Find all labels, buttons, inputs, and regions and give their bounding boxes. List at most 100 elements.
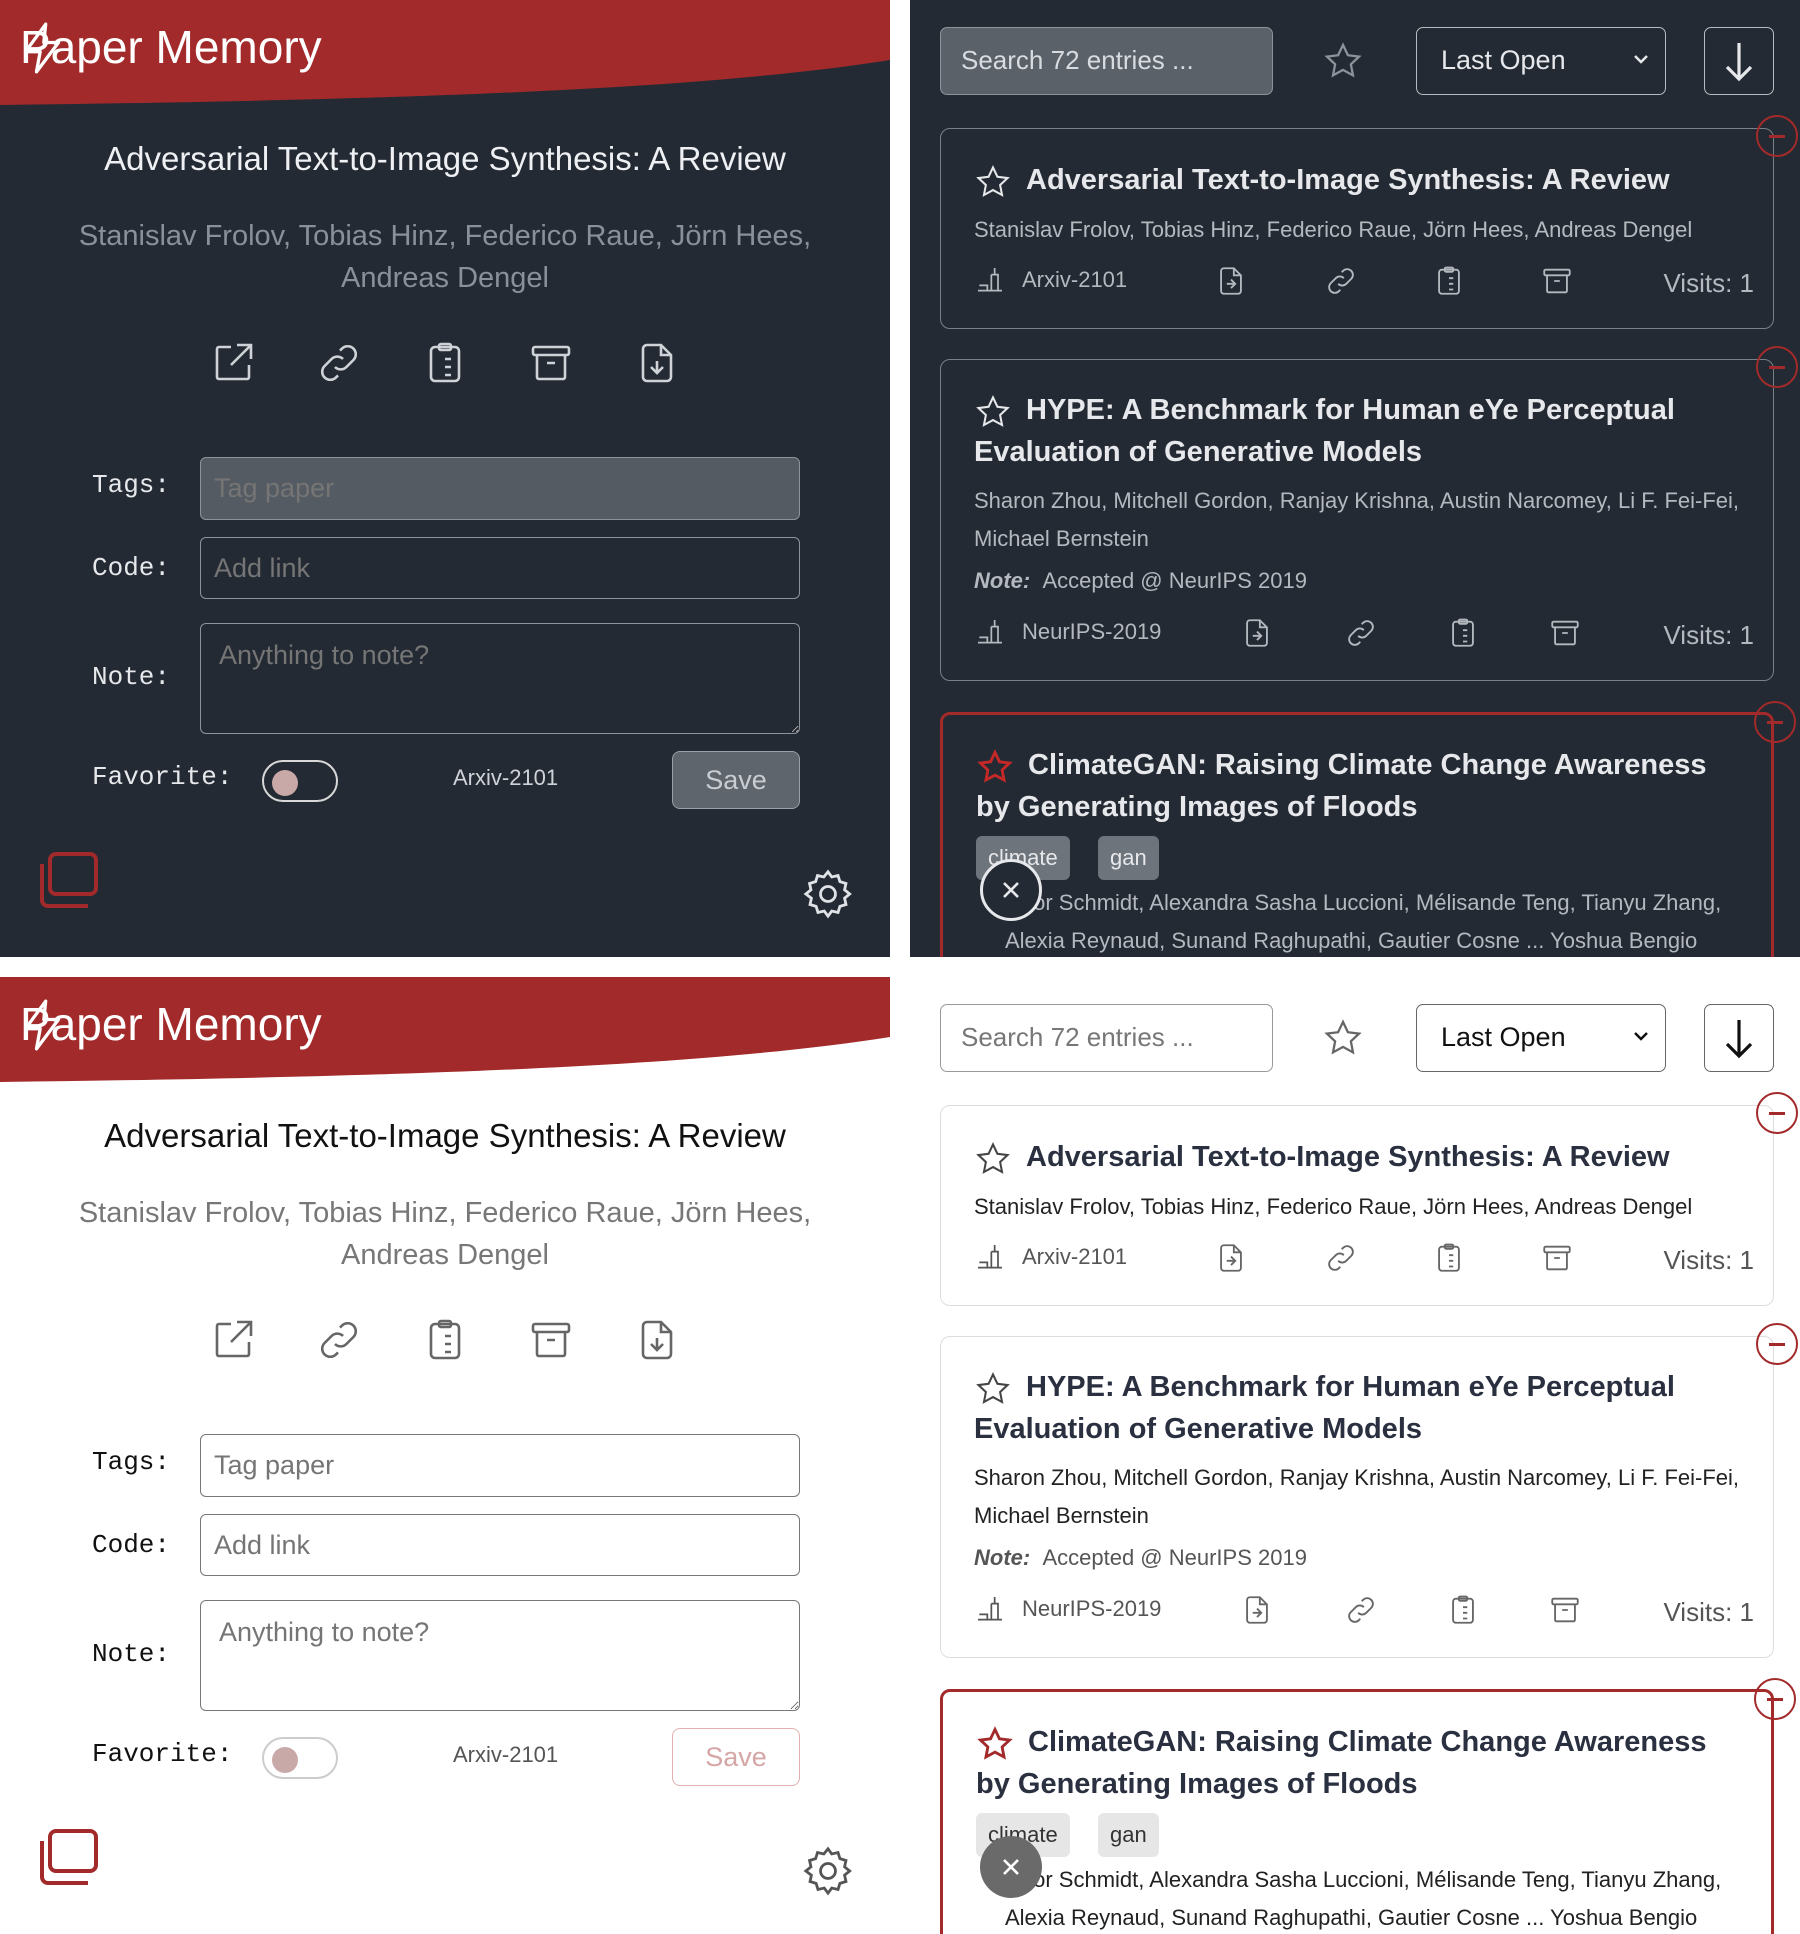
clipboard-icon[interactable] — [417, 335, 473, 391]
item-visits: Visits: 1 — [1663, 268, 1754, 298]
delete-item-icon[interactable] — [1756, 115, 1798, 157]
lightning-icon — [23, 999, 61, 1051]
memory-folder-icon[interactable] — [34, 1825, 102, 1894]
venue-label: Arxiv-2101 — [453, 765, 559, 790]
favorite-star-icon[interactable] — [974, 163, 1012, 206]
clipboard-icon[interactable] — [1446, 616, 1480, 655]
favorite-toggle[interactable] — [262, 1737, 338, 1779]
settings-gear-icon[interactable] — [800, 1843, 856, 1904]
item-title[interactable]: Adversarial Text-to-Image Synthesis: A R… — [1026, 159, 1796, 201]
code-input[interactable] — [200, 1514, 800, 1576]
item-title[interactable]: HYPE: A Benchmark for Human eYe Perceptu… — [974, 389, 1744, 473]
settings-gear-icon[interactable] — [800, 866, 856, 927]
sort-selected-value: Last Open — [1441, 1022, 1566, 1052]
venue-label: Arxiv-2101 — [453, 1742, 559, 1767]
archive-icon[interactable] — [523, 335, 579, 391]
sort-direction-button[interactable] — [1704, 27, 1774, 95]
open-pdf-icon[interactable] — [1214, 264, 1248, 303]
save-button[interactable]: Save — [672, 1728, 800, 1786]
item-authors: Sharon Zhou, Mitchell Gordon, Ranjay Kri… — [974, 488, 1740, 551]
tags-input[interactable] — [200, 1434, 800, 1497]
memory-item-selected[interactable]: ClimateGAN: Raising Climate Change Aware… — [940, 701, 1796, 957]
memory-item[interactable]: Adversarial Text-to-Image Synthesis: A R… — [940, 1092, 1798, 1306]
delete-item-icon[interactable] — [1756, 1092, 1798, 1134]
memory-item[interactable]: HYPE: A Benchmark for Human eYe Perceptu… — [940, 346, 1798, 681]
link-icon[interactable] — [1324, 1241, 1358, 1280]
delete-item-icon[interactable] — [1754, 1678, 1796, 1720]
item-title[interactable]: ClimateGAN: Raising Climate Change Aware… — [976, 744, 1746, 828]
clipboard-icon[interactable] — [417, 1312, 473, 1368]
item-tag[interactable]: gan — [1098, 1813, 1159, 1857]
save-button[interactable]: Save — [672, 751, 800, 809]
code-row: Code: — [92, 553, 200, 583]
open-pdf-icon[interactable] — [1240, 616, 1274, 655]
sort-select[interactable]: Last Open — [1416, 27, 1666, 95]
favorite-label: Favorite: — [92, 1739, 233, 1769]
item-title[interactable]: ClimateGAN: Raising Climate Change Aware… — [976, 1721, 1746, 1805]
memory-item[interactable]: Adversarial Text-to-Image Synthesis: A R… — [940, 115, 1798, 329]
clipboard-icon[interactable] — [1432, 1241, 1466, 1280]
clipboard-icon[interactable] — [1432, 264, 1466, 303]
note-textarea[interactable] — [200, 623, 800, 734]
sort-select[interactable]: Last Open — [1416, 1004, 1666, 1072]
note-text: Accepted @ NeurIPS 2019 — [1042, 1545, 1307, 1570]
open-pdf-icon[interactable] — [1214, 1241, 1248, 1280]
item-note: Note: Accepted @ NeurIPS 2019 — [974, 568, 1307, 594]
memory-item[interactable]: HYPE: A Benchmark for Human eYe Perceptu… — [940, 1323, 1798, 1658]
item-footer: Arxiv-2101 Visits: 1 — [974, 264, 1754, 304]
lightning-icon — [23, 22, 61, 74]
clipboard-icon[interactable] — [1446, 1593, 1480, 1632]
favorite-label: Favorite: — [92, 762, 233, 792]
search-input[interactable]: Search 72 entries ... — [940, 1004, 1273, 1072]
open-external-icon[interactable] — [205, 335, 261, 391]
link-icon[interactable] — [311, 335, 367, 391]
tags-input[interactable] — [200, 457, 800, 520]
search-input[interactable]: Search 72 entries ... — [940, 27, 1273, 95]
popup-header: Paper Memory — [0, 0, 890, 115]
filter-favorites-star-icon[interactable] — [1322, 40, 1364, 87]
favorite-star-icon[interactable] — [974, 1140, 1012, 1183]
code-input[interactable] — [200, 537, 800, 599]
item-title[interactable]: HYPE: A Benchmark for Human eYe Perceptu… — [974, 1366, 1744, 1450]
close-icon[interactable] — [980, 859, 1042, 921]
memory-folder-icon[interactable] — [34, 848, 102, 917]
archive-icon[interactable] — [1548, 1593, 1582, 1632]
open-external-icon[interactable] — [205, 1312, 261, 1368]
archive-icon[interactable] — [1540, 264, 1574, 303]
delete-item-icon[interactable] — [1754, 701, 1796, 743]
favorite-toggle[interactable] — [262, 760, 338, 802]
close-icon[interactable] — [980, 1836, 1042, 1898]
paper-title: Adversarial Text-to-Image Synthesis: A R… — [104, 140, 786, 177]
item-authors: Stanislav Frolov, Tobias Hinz, Federico … — [974, 1194, 1693, 1219]
memory-item-selected[interactable]: ClimateGAN: Raising Climate Change Aware… — [940, 1678, 1796, 1934]
item-footer: Arxiv-2101 Visits: 1 — [974, 1241, 1754, 1281]
link-icon[interactable] — [1344, 616, 1378, 655]
delete-item-icon[interactable] — [1756, 346, 1798, 388]
tags-label: Tags: — [92, 470, 171, 500]
archive-icon[interactable] — [523, 1312, 579, 1368]
download-file-icon[interactable] — [629, 1312, 685, 1368]
archive-icon[interactable] — [1548, 616, 1582, 655]
note-textarea[interactable] — [200, 1600, 800, 1711]
item-title[interactable]: Adversarial Text-to-Image Synthesis: A R… — [1026, 1136, 1796, 1178]
download-file-icon[interactable] — [629, 335, 685, 391]
item-footer: NeurIPS-2019 Visits: 1 — [974, 616, 1754, 656]
item-venue: Arxiv-2101 — [1022, 1244, 1128, 1269]
app-title-text: Paper Memory — [20, 998, 322, 1050]
filter-favorites-star-icon[interactable] — [1322, 1017, 1364, 1064]
item-authors: …tor Schmidt, Alexandra Sasha Luccioni, … — [1005, 890, 1722, 953]
link-icon[interactable] — [311, 1312, 367, 1368]
sort-direction-button[interactable] — [1704, 1004, 1774, 1072]
tags-row: Tags: — [92, 470, 200, 500]
app-title: Paper Memory — [20, 20, 322, 74]
item-tag[interactable]: gan — [1098, 836, 1159, 880]
venue-icon — [978, 1245, 1002, 1269]
open-pdf-icon[interactable] — [1240, 1593, 1274, 1632]
link-icon[interactable] — [1324, 264, 1358, 303]
archive-icon[interactable] — [1540, 1241, 1574, 1280]
item-footer: NeurIPS-2019 Visits: 1 — [974, 1593, 1754, 1633]
link-icon[interactable] — [1344, 1593, 1378, 1632]
venue-icon — [978, 268, 1002, 292]
delete-item-icon[interactable] — [1756, 1323, 1798, 1365]
code-label: Code: — [92, 1530, 171, 1560]
